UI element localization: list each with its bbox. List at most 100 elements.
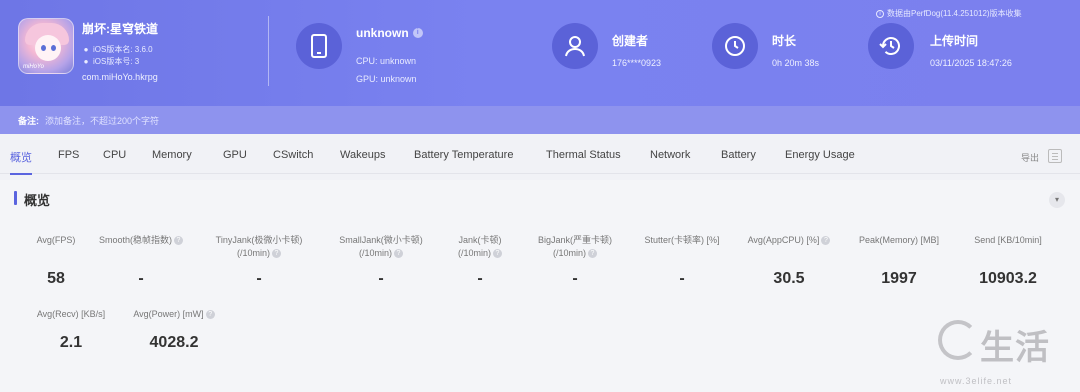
help-icon[interactable]: ? [174,236,183,246]
tab-overview[interactable]: 概览 [10,149,32,175]
tab-fps[interactable]: FPS [58,149,79,161]
package-name: com.miHoYo.hkrpg [82,72,158,82]
game-name: 崩坏:星穹铁道 [82,22,158,36]
tab-battery[interactable]: Battery [721,149,756,161]
metric-label: Peak(Memory) [MB] [858,235,939,245]
help-icon[interactable]: ? [588,249,597,259]
report-header: miHoYo 崩坏:星穹铁道 ● iOS版本名: 3.6.0 ● iOS版本号:… [0,0,1080,106]
remark-input[interactable]: 添加备注，不超过200个字符 [45,114,159,127]
watermark-url: www.3elife.net [940,376,1013,386]
tab-cswitch[interactable]: CSwitch [273,149,313,161]
clock-icon [712,23,758,69]
remark-label: 备注: [18,115,39,126]
perfdog-version-note: i 数据由PerfDog(11.4.251012)版本收集 [876,8,1022,19]
metric-label: TinyJank(极微小卡顿) [215,235,303,245]
header-divider [268,16,269,86]
metric-value: - [679,270,685,287]
metric-label: Avg(FPS) [36,235,76,245]
metric-jank: Jank(卡顿) (/10min)? - [444,234,516,294]
ios-build-line: ● iOS版本号: 3 [82,56,140,67]
help-icon[interactable]: ? [493,249,502,259]
upload-time-value: 03/11/2025 18:47:26 [930,58,1012,68]
metric-label: BigJank(严重卡顿) [537,235,612,245]
duration-value: 0h 20m 38s [772,58,820,68]
metric-smalljank: SmallJank(微小卡顿) (/10min)? - [326,234,436,294]
metric-smooth: Smooth(稳帧指数)? - [92,234,190,294]
metric-value: 30.5 [773,270,805,287]
metric-label: Stutter(卡顿率) [%] [644,235,720,245]
phone-icon [296,23,342,69]
tab-cpu[interactable]: CPU [103,149,126,161]
device-name: unknown [356,26,409,40]
ios-version-line: ● iOS版本名: 3.6.0 [82,44,153,55]
tab-wakeups[interactable]: Wakeups [340,149,385,161]
metric-label: Avg(Recv) [KB/s] [36,309,106,319]
metric-value: - [256,270,262,287]
metric-value: 2.1 [59,334,83,351]
remark-bar[interactable]: 备注: 添加备注，不超过200个字符 [0,106,1080,134]
metric-value: - [138,270,144,287]
metric-tinyjank: TinyJank(极微小卡顿) (/10min)? - [200,234,318,294]
metric-label-unit: (/10min) [457,248,491,258]
watermark-text: 生活 [980,328,1050,368]
metric-label: Jank(卡顿) [458,235,502,245]
device-cpu: CPU: unknown [356,56,417,66]
tab-network[interactable]: Network [650,149,690,161]
metric-bigjank: BigJank(严重卡顿) (/10min)? - [524,234,626,294]
collapse-icon[interactable]: ▾ [1049,192,1065,208]
metric-value: - [572,270,578,287]
game-icon: miHoYo [18,18,74,74]
tab-energy-usage[interactable]: Energy Usage [785,149,855,161]
metric-peak-memory: Peak(Memory) [MB] 1997 [848,234,950,294]
metric-avg-recv: Avg(Recv) [KB/s] 2.1 [28,308,114,368]
export-button[interactable]: 导出 [1021,151,1039,164]
metric-label: Avg(AppCPU) [%] [747,235,820,245]
metric-label: Avg(Power) [mW] [133,309,204,319]
help-icon[interactable]: ? [394,249,403,259]
creator-value: 176****0923 [612,58,662,68]
metric-stutter: Stutter(卡顿率) [%] - [634,234,730,294]
device-gpu: GPU: unknown [356,74,417,84]
tab-thermal-status[interactable]: Thermal Status [546,149,621,161]
user-icon [552,23,598,69]
info-icon: i [876,9,884,18]
help-icon[interactable]: ? [821,236,831,246]
metric-send: Send [KB/10min] 10903.2 [956,234,1060,294]
history-icon [868,23,914,69]
metric-value: 4028.2 [149,334,199,351]
upload-time-label: 上传时间 [930,34,979,48]
metric-label-unit: (/10min) [552,248,586,258]
tab-bar: 概览 FPS CPU Memory GPU CSwitch Wakeups Ba… [0,140,1080,175]
metric-label: Smooth(稳帧指数) [98,235,172,245]
metric-value: 58 [47,270,65,287]
metric-label: SmallJank(微小卡顿) [339,235,423,245]
section-title: 概览 [14,190,50,209]
metric-label: Send [KB/10min] [974,235,1042,245]
tab-memory[interactable]: Memory [152,149,192,161]
perfdog-note-text: 数据由PerfDog(11.4.251012)版本收集 [887,9,1022,18]
metric-label-unit: (/10min) [358,248,392,258]
help-icon[interactable]: ? [205,310,215,320]
duration-label: 时长 [772,34,797,48]
help-icon[interactable]: ? [272,249,281,259]
export-icon[interactable] [1048,149,1062,163]
creator-label: 创建者 [612,34,649,48]
metric-value: - [378,270,384,287]
site-watermark: 生活 www.3elife.net [938,318,1078,392]
metric-value: 1997 [881,270,917,287]
metric-label-unit: (/10min) [236,248,270,258]
game-icon-logo: miHoYo [23,64,45,70]
metric-avg-fps: Avg(FPS) 58 [28,234,84,294]
device-name-row: unknown i [356,26,423,40]
ios-version: iOS版本名: 3.6.0 [93,45,153,54]
metric-value: - [477,270,483,287]
metric-avg-power: Avg(Power) [mW]? 4028.2 [122,308,226,368]
apple-icon: ● [83,57,89,66]
apple-icon: ● [83,45,89,54]
metric-avg-appcpu: Avg(AppCPU) [%]? 30.5 [738,234,840,294]
summary-panel: 概览 ▾ Avg(FPS) 58 Smooth(稳帧指数)? - TinyJan… [0,180,1080,392]
tab-battery-temperature[interactable]: Battery Temperature [414,149,513,161]
tab-gpu[interactable]: GPU [223,149,247,161]
watermark-logo-icon [938,320,978,360]
info-icon[interactable]: i [412,28,423,38]
